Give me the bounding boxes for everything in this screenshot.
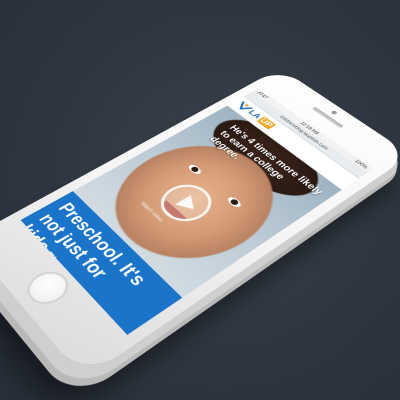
phone-screen: AT&T 12:18 AM 100% childrensblog.laupkid… — [20, 88, 373, 335]
scene: AT&T 12:18 AM 100% childrensblog.laupkid… — [0, 0, 400, 400]
phone-device: AT&T 12:18 AM 100% childrensblog.laupkid… — [0, 67, 400, 380]
home-button[interactable] — [19, 265, 76, 311]
front-camera — [330, 110, 338, 115]
child-eye-right — [225, 195, 244, 209]
logo-text-up: UP — [256, 116, 277, 130]
child-eye-left — [186, 163, 204, 176]
trademark-mark: TM — [44, 251, 57, 262]
earpiece-speaker — [311, 106, 344, 129]
